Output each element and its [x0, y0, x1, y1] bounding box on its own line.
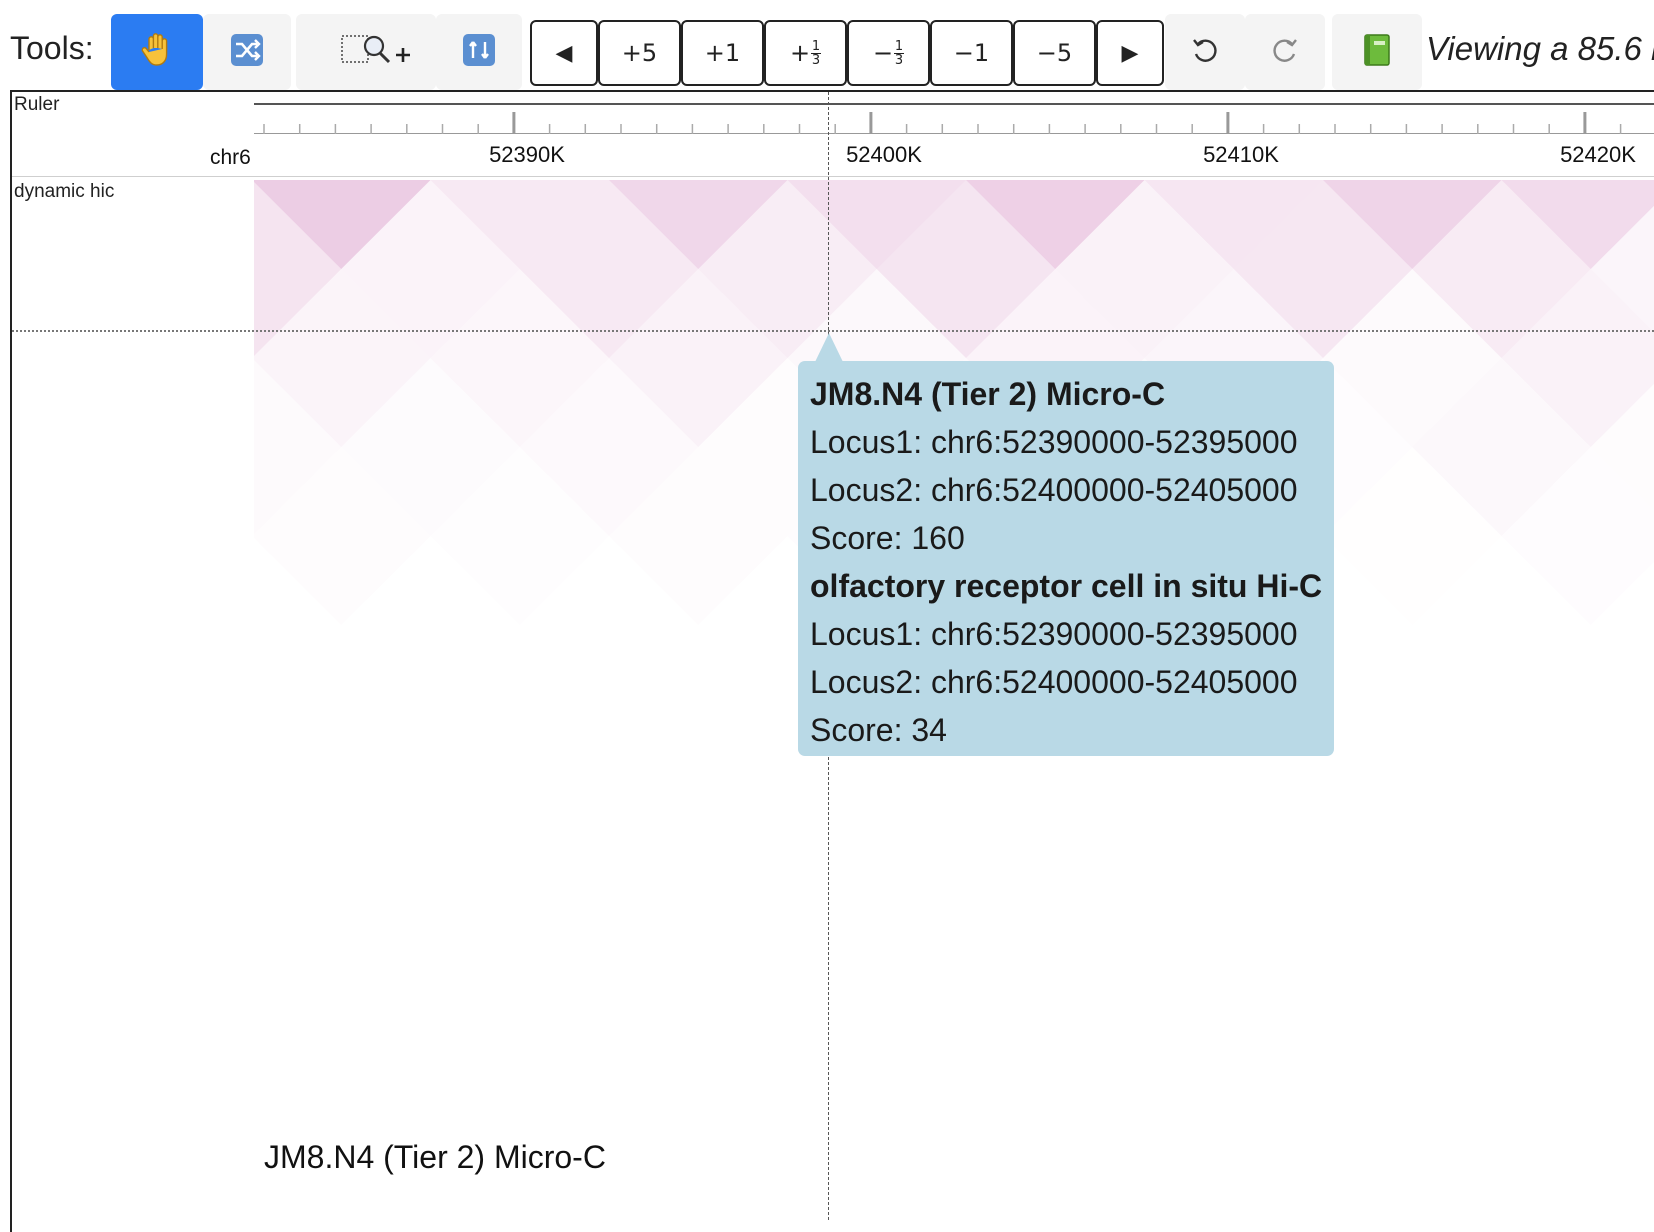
left-arrow-icon: ◀ [556, 41, 573, 66]
fraction-denominator: 3 [895, 54, 903, 67]
tooltip-score: Score: 160 [810, 514, 1322, 562]
scroll-right-button[interactable]: ▶ [1096, 20, 1164, 86]
toolbar: Tools: [0, 0, 1654, 92]
zoom-in-1-label: +1 [705, 39, 740, 67]
one-third-fraction: 1 3 [894, 40, 904, 67]
undo-icon [1189, 34, 1221, 71]
track-resize-divider[interactable] [12, 330, 1654, 332]
ruler-tick-label: 52410K [1203, 142, 1279, 168]
chromosome-label: chr6 [210, 146, 251, 170]
hic-tooltip: JM8.N4 (Tier 2) Micro-C Locus1: chr6:523… [798, 361, 1334, 756]
session-button[interactable] [1332, 14, 1422, 90]
ruler-tick-label: 52400K [846, 142, 922, 168]
shuffle-icon [231, 34, 263, 71]
zoom-region-icon [316, 30, 416, 75]
zoom-out-third-button[interactable]: − 1 3 [847, 20, 930, 86]
hic-track-name: JM8.N4 (Tier 2) Micro-C [264, 1139, 606, 1176]
scroll-left-button[interactable]: ◀ [530, 20, 598, 86]
fraction-numerator: 1 [812, 40, 820, 53]
hic-track-label: dynamic hic [14, 181, 114, 203]
book-icon [1362, 33, 1392, 72]
ruler-line [254, 103, 1654, 105]
zoom-in-5-label: +5 [622, 39, 657, 67]
refresh-icon [463, 34, 495, 71]
zoom-in-5-button[interactable]: +5 [598, 20, 681, 86]
tooltip-locus2: Locus2: chr6:52400000-52405000 [810, 466, 1322, 514]
fraction-numerator: 1 [895, 40, 903, 53]
tooltip-locus1: Locus1: chr6:52390000-52395000 [810, 610, 1322, 658]
ruler-ticks [254, 110, 1654, 136]
zoom-region-tool-button[interactable] [296, 14, 436, 90]
zoom-in-1-button[interactable]: +1 [681, 20, 764, 86]
fraction-denominator: 3 [812, 54, 820, 67]
tooltip-dataset-title: JM8.N4 (Tier 2) Micro-C [810, 370, 1322, 418]
tooltip-locus1: Locus1: chr6:52390000-52395000 [810, 418, 1322, 466]
zoom-out-5-button[interactable]: −5 [1013, 20, 1096, 86]
reparse-tool-button[interactable] [436, 14, 522, 90]
ruler-track-label: Ruler [14, 94, 59, 116]
undo-button[interactable] [1165, 14, 1245, 90]
tooltip-locus2: Locus2: chr6:52400000-52405000 [810, 658, 1322, 706]
viewing-region-text: Viewing a 85.6 k [1426, 30, 1654, 68]
zoom-out-1-label: −1 [954, 39, 989, 67]
ruler-track-separator [12, 176, 1654, 177]
one-third-fraction: 1 3 [811, 40, 821, 67]
zoom-out-1-button[interactable]: −1 [930, 20, 1013, 86]
hand-icon [140, 32, 174, 73]
reorder-tool-button[interactable] [203, 14, 291, 90]
ruler-tick-label: 52390K [489, 142, 565, 168]
redo-button[interactable] [1245, 14, 1325, 90]
redo-icon [1269, 34, 1301, 71]
zoom-in-third-button[interactable]: + 1 3 [764, 20, 847, 86]
tooltip-dataset-title: olfactory receptor cell in situ Hi-C [810, 562, 1322, 610]
zoom-out-third-sign: − [873, 39, 893, 67]
zoom-in-third-sign: + [790, 39, 810, 67]
tools-label: Tools: [10, 30, 94, 67]
zoom-out-5-label: −5 [1037, 39, 1072, 67]
pan-tool-button[interactable] [111, 14, 203, 90]
tooltip-arrow [815, 333, 843, 362]
ruler-tick-label: 52420K [1560, 142, 1636, 168]
right-arrow-icon: ▶ [1122, 41, 1139, 66]
tooltip-score: Score: 34 [810, 706, 1322, 754]
